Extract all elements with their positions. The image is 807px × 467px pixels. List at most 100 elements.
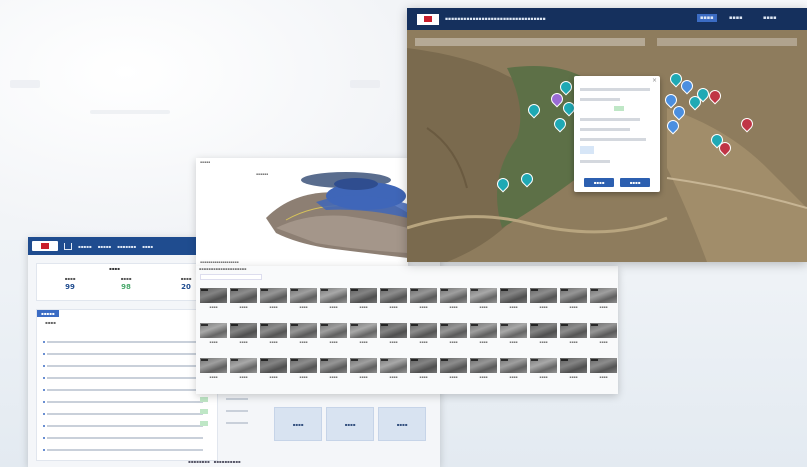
image-thumbnail[interactable] xyxy=(350,358,377,373)
image-thumbnail[interactable] xyxy=(440,288,467,303)
nav-item[interactable]: ▪▪▪▪▪ xyxy=(98,244,112,249)
thumbnail-caption: ▪▪▪▪ xyxy=(419,305,428,309)
image-thumbnail[interactable] xyxy=(200,323,227,338)
thumbnail-caption: ▪▪▪▪ xyxy=(239,305,248,309)
popup-button[interactable]: ▪▪▪▪ xyxy=(584,178,614,187)
image-thumbnail[interactable] xyxy=(560,288,587,303)
menu-item[interactable]: ▪▪▪▪ xyxy=(763,15,777,21)
thumbnail-caption: ▪▪▪▪ xyxy=(239,340,248,344)
status-badge xyxy=(200,421,208,426)
background-ghost xyxy=(10,80,40,88)
popup-button[interactable]: ▪▪▪▪ xyxy=(620,178,650,187)
nav-item[interactable]: ▪▪▪▪▪▪▪ xyxy=(117,244,136,249)
image-thumbnail[interactable] xyxy=(470,358,497,373)
thumbnail-caption: ▪▪▪▪ xyxy=(269,375,278,379)
list-item[interactable] xyxy=(43,424,203,427)
popup-line xyxy=(580,160,610,163)
thumbnail-caption: ▪▪▪▪ xyxy=(479,340,488,344)
list-item[interactable] xyxy=(43,400,203,403)
image-thumbnail[interactable] xyxy=(350,323,377,338)
image-thumbnail[interactable] xyxy=(230,323,257,338)
thumbnail-caption: ▪▪▪▪ xyxy=(299,305,308,309)
image-thumbnail[interactable] xyxy=(230,358,257,373)
thumbnail-caption: ▪▪▪▪ xyxy=(359,375,368,379)
image-thumbnail[interactable] xyxy=(500,323,527,338)
list-tab[interactable]: ▪▪▪▪▪ xyxy=(37,310,59,317)
image-thumbnail[interactable] xyxy=(440,323,467,338)
thumbnail-caption: ▪▪▪▪ xyxy=(509,375,518,379)
thumbnail-caption: ▪▪▪▪ xyxy=(569,375,578,379)
image-thumbnail[interactable] xyxy=(560,358,587,373)
image-thumbnail[interactable] xyxy=(380,288,407,303)
terrain-3d-view[interactable] xyxy=(196,158,408,268)
image-thumbnail[interactable] xyxy=(260,358,287,373)
menu-item[interactable]: ▪▪▪▪ xyxy=(729,15,743,21)
nav-item[interactable]: ▪▪▪▪ xyxy=(142,244,153,249)
list-subtitle: ▪▪▪▪ xyxy=(45,320,56,325)
home-icon[interactable] xyxy=(64,242,72,250)
image-thumbnail[interactable] xyxy=(560,323,587,338)
image-thumbnail[interactable] xyxy=(410,288,437,303)
module-tile[interactable]: ▪▪▪▪ xyxy=(274,407,322,441)
list-item[interactable] xyxy=(43,364,203,367)
image-thumbnail[interactable] xyxy=(500,288,527,303)
background-ghost xyxy=(350,80,380,88)
menu-item[interactable]: ▪▪▪▪ xyxy=(697,14,717,22)
image-thumbnail[interactable] xyxy=(350,288,377,303)
image-thumbnail[interactable] xyxy=(470,288,497,303)
list-item[interactable] xyxy=(43,376,203,379)
close-icon[interactable]: × xyxy=(652,77,657,84)
image-thumbnail[interactable] xyxy=(530,323,557,338)
list-item[interactable] xyxy=(43,448,203,451)
image-thumbnail[interactable] xyxy=(410,358,437,373)
image-thumbnail[interactable] xyxy=(380,358,407,373)
image-thumbnail[interactable] xyxy=(320,288,347,303)
image-thumbnail[interactable] xyxy=(530,288,557,303)
status-badge xyxy=(614,106,624,111)
thumbnail-caption: ▪▪▪▪ xyxy=(599,375,608,379)
stat-label: ▪▪▪▪ xyxy=(120,276,132,281)
thumbnail-caption: ▪▪▪▪ xyxy=(449,305,458,309)
image-thumbnail[interactable] xyxy=(200,288,227,303)
image-thumbnail[interactable] xyxy=(380,323,407,338)
thumbnail-caption: ▪▪▪▪ xyxy=(599,340,608,344)
image-thumbnail[interactable] xyxy=(470,323,497,338)
image-thumbnail[interactable] xyxy=(320,358,347,373)
image-thumbnail[interactable] xyxy=(440,358,467,373)
list-item[interactable] xyxy=(43,388,203,391)
image-thumbnail[interactable] xyxy=(260,323,287,338)
thumbnail-caption: ▪▪▪▪ xyxy=(449,340,458,344)
module-tile[interactable]: ▪▪▪▪ xyxy=(326,407,374,441)
image-thumbnail[interactable] xyxy=(530,358,557,373)
list-item[interactable] xyxy=(43,340,203,343)
thumbnail-caption: ▪▪▪▪ xyxy=(449,375,458,379)
list-item[interactable] xyxy=(43,412,203,415)
image-thumbnail[interactable] xyxy=(590,358,617,373)
image-thumbnail[interactable] xyxy=(320,323,347,338)
map-toolbar[interactable] xyxy=(657,38,797,46)
thumbnail-caption: ▪▪▪▪ xyxy=(389,340,398,344)
image-thumbnail[interactable] xyxy=(230,288,257,303)
image-thumbnail[interactable] xyxy=(290,323,317,338)
map-toolbar[interactable] xyxy=(415,38,645,46)
search-input[interactable] xyxy=(200,274,262,280)
list-item[interactable] xyxy=(43,352,203,355)
image-thumbnail[interactable] xyxy=(260,288,287,303)
stat-item: ▪▪▪▪ 98 xyxy=(101,276,151,291)
thumbnail-caption: ▪▪▪▪ xyxy=(479,375,488,379)
thumbnail-caption: ▪▪▪▪ xyxy=(359,340,368,344)
nav-item[interactable]: ▪▪▪▪▪ xyxy=(78,244,92,249)
image-thumbnail[interactable] xyxy=(290,288,317,303)
image-thumbnail[interactable] xyxy=(590,323,617,338)
list-item[interactable] xyxy=(43,436,203,439)
thumbnail-caption: ▪▪▪▪ xyxy=(269,340,278,344)
image-thumbnail[interactable] xyxy=(590,288,617,303)
timestamp xyxy=(226,398,248,400)
thumbnail-caption: ▪▪▪▪ xyxy=(539,340,548,344)
module-tile[interactable]: ▪▪▪▪ xyxy=(378,407,426,441)
image-thumbnail[interactable] xyxy=(290,358,317,373)
image-thumbnail[interactable] xyxy=(410,323,437,338)
image-thumbnail[interactable] xyxy=(500,358,527,373)
image-thumbnail[interactable] xyxy=(200,358,227,373)
thumbnail-caption: ▪▪▪▪ xyxy=(329,305,338,309)
